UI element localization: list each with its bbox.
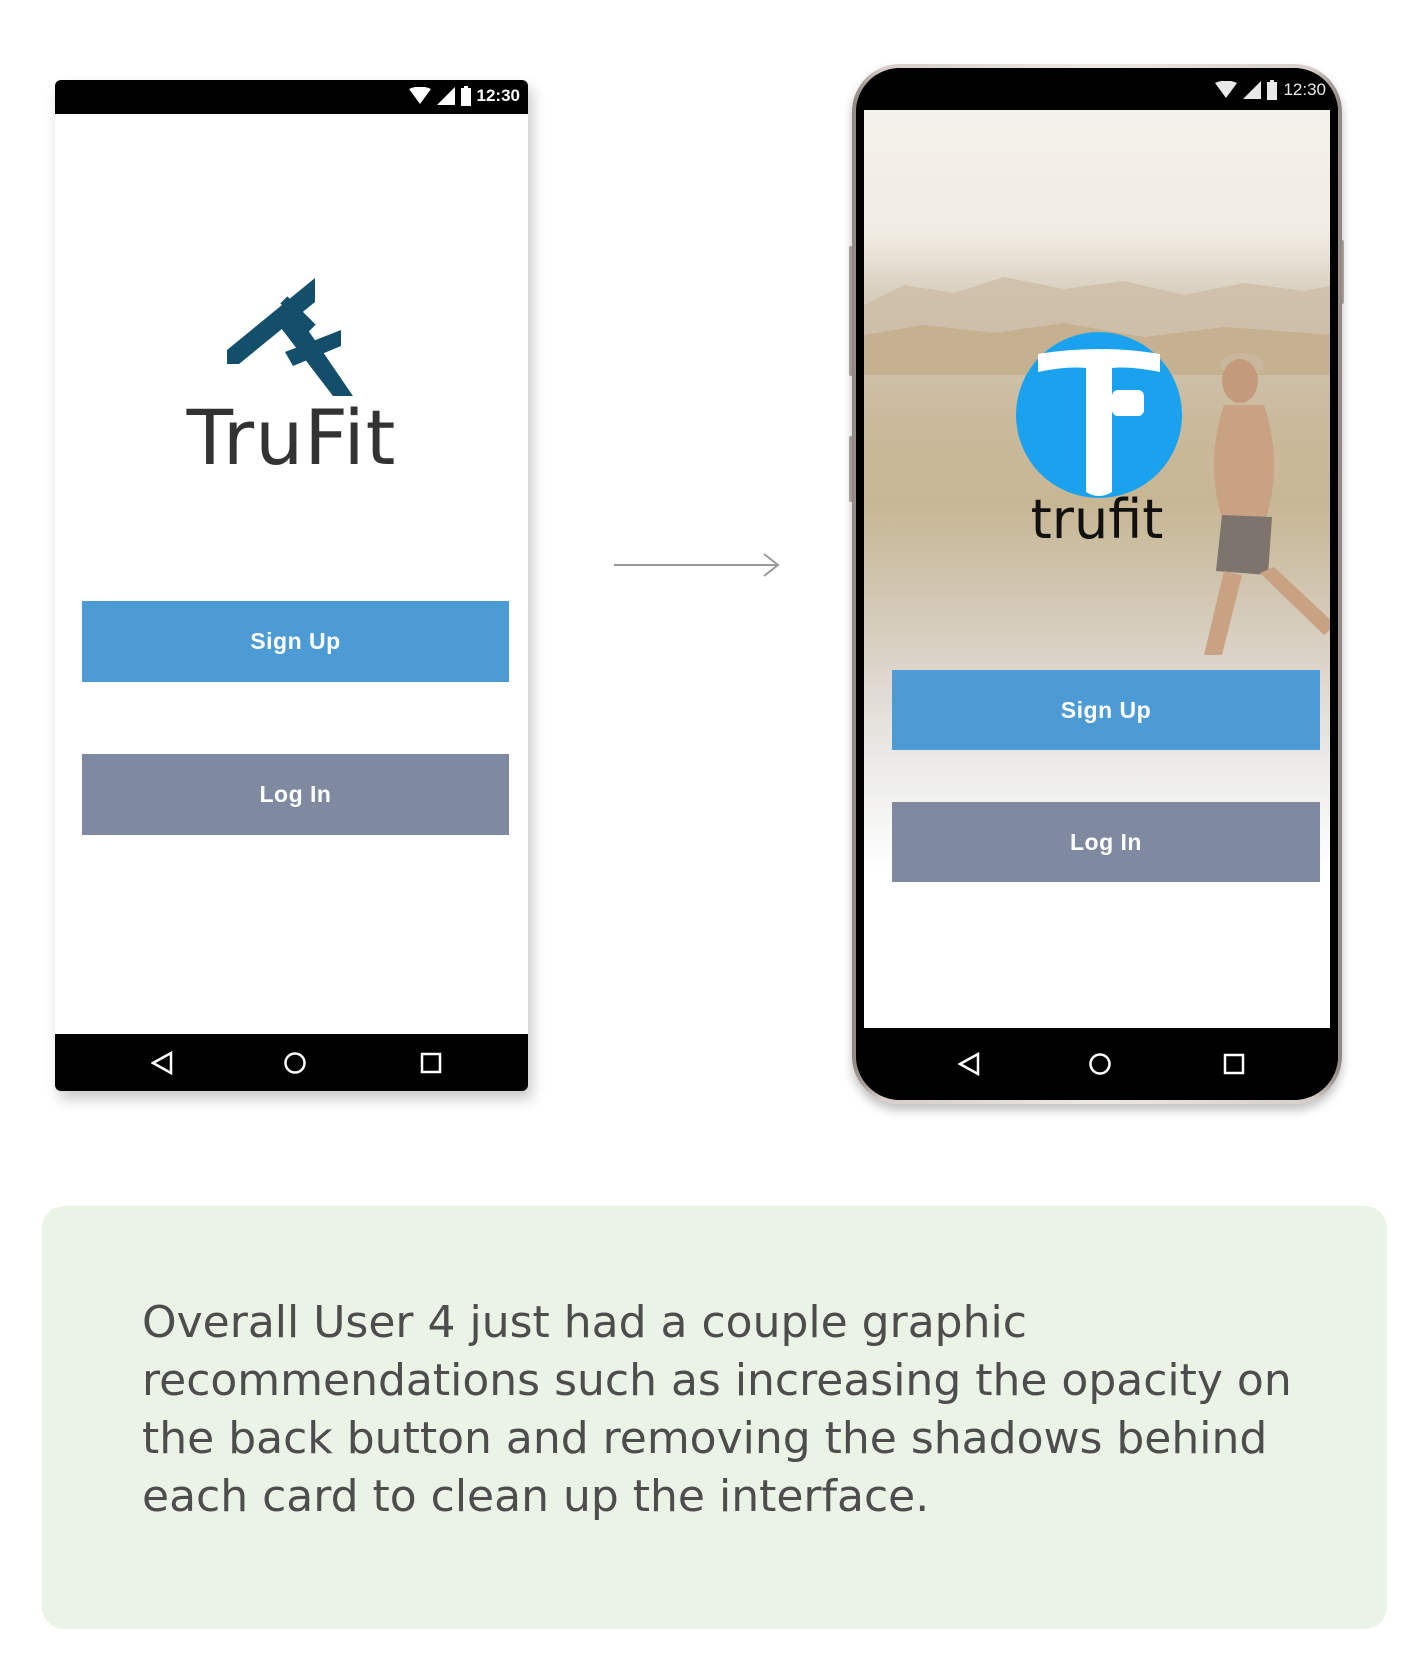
status-bar: 12:30 — [55, 80, 528, 114]
wifi-icon — [408, 87, 431, 104]
trufit-logo-mark-icon — [227, 278, 353, 396]
phone-bezel: 12:30 trufit Sign Up Log In — [856, 68, 1338, 1100]
navigation-bar — [856, 1028, 1338, 1100]
navigation-bar — [55, 1034, 528, 1091]
sign-up-button[interactable]: Sign Up — [892, 670, 1320, 750]
caption-panel: Overall User 4 just had a couple graphic… — [42, 1206, 1387, 1629]
after-phone-mockup: 12:30 trufit Sign Up Log In — [852, 64, 1342, 1104]
before-phone-mockup: 12:30 TruFit Sign Up Log In — [55, 80, 528, 1091]
wifi-icon — [1215, 81, 1238, 98]
status-icons: 12:30 — [1215, 80, 1326, 100]
status-time: 12:30 — [1283, 80, 1326, 99]
log-in-button[interactable]: Log In — [82, 754, 509, 835]
recents-icon[interactable] — [1223, 1053, 1245, 1075]
trufit-logo-circle-icon — [1016, 332, 1182, 498]
logo-wordmark: trufit — [1030, 488, 1164, 551]
back-icon[interactable] — [151, 1050, 173, 1075]
home-icon[interactable] — [1088, 1052, 1112, 1076]
caption-text: Overall User 4 just had a couple graphic… — [142, 1297, 1292, 1522]
logo-wordmark: TruFit — [186, 393, 397, 482]
sign-up-button[interactable]: Sign Up — [82, 601, 509, 682]
log-in-button[interactable]: Log In — [892, 802, 1320, 882]
status-icons: 12:30 — [408, 86, 520, 106]
status-time: 12:30 — [476, 86, 520, 105]
status-bar: 12:30 — [856, 68, 1338, 110]
recents-icon[interactable] — [420, 1052, 442, 1074]
signal-icon — [436, 87, 455, 105]
battery-icon — [460, 86, 471, 106]
arrow-right-icon — [614, 553, 780, 577]
app-screen: trufit Sign Up Log In — [864, 110, 1330, 1028]
back-icon[interactable] — [958, 1052, 980, 1076]
home-icon[interactable] — [283, 1051, 307, 1075]
signal-icon — [1243, 81, 1262, 99]
battery-icon — [1267, 80, 1278, 100]
